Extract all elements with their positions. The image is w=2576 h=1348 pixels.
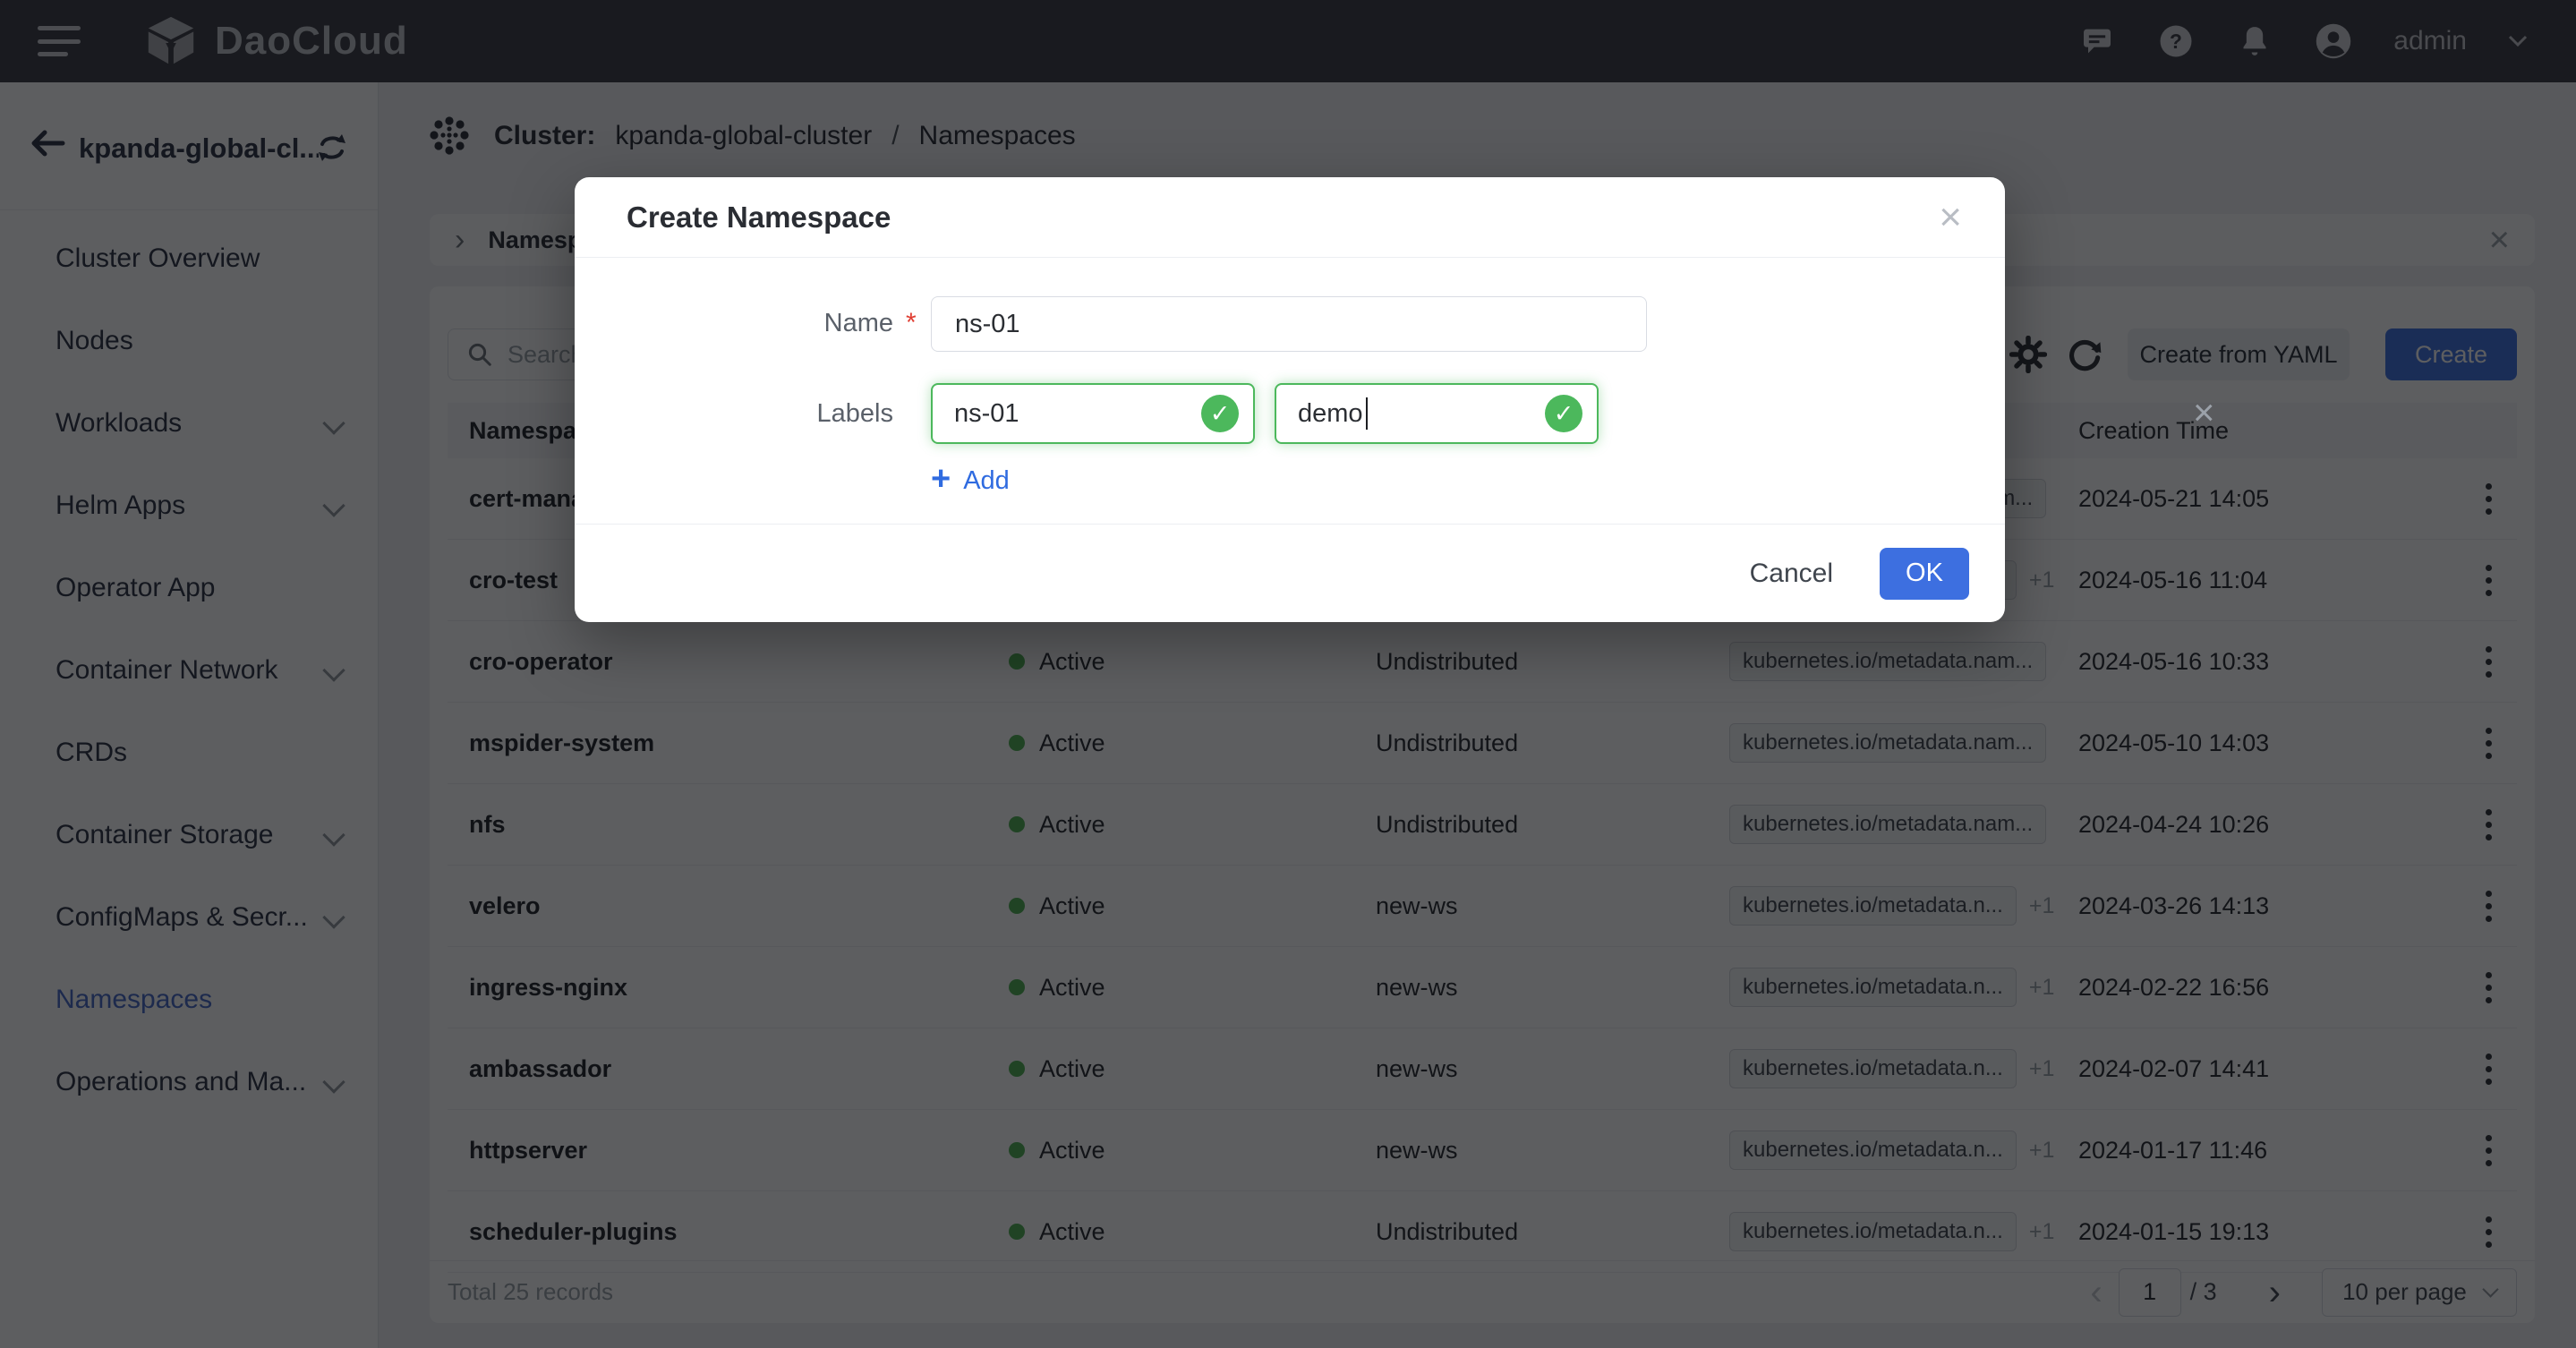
add-label-text: Add [963, 466, 1010, 496]
add-label-button[interactable]: + Add [931, 465, 1010, 496]
valid-check-icon: ✓ [1201, 395, 1239, 432]
close-icon[interactable]: × [1939, 198, 1962, 237]
ok-button[interactable]: OK [1880, 548, 1969, 600]
required-asterisk: * [906, 308, 917, 338]
valid-check-icon: ✓ [1545, 395, 1582, 432]
dialog-body: Name * ns-01 Labels ns-01 ✓ demo ✓ × + A… [575, 258, 2005, 524]
label-key-input[interactable]: ns-01 ✓ [931, 383, 1255, 444]
name-field-label: Name [575, 309, 893, 338]
dialog-title: Create Namespace [627, 200, 891, 235]
dialog-footer: Cancel OK [575, 524, 2005, 622]
cancel-button[interactable]: Cancel [1750, 559, 1833, 589]
labels-field-label: Labels [575, 399, 893, 429]
name-input[interactable]: ns-01 [931, 296, 1647, 352]
remove-label-button[interactable]: × [2193, 394, 2215, 431]
label-key-value: ns-01 [954, 399, 1019, 429]
label-value-input[interactable]: demo ✓ [1275, 383, 1599, 444]
name-input-value: ns-01 [955, 310, 1020, 339]
plus-icon: + [931, 462, 951, 496]
create-namespace-dialog: Create Namespace × Name * ns-01 Labels n… [575, 177, 2005, 622]
app-root: DaoCloud ? admin kpanda-global-cl... [0, 0, 2576, 1348]
label-value-value: demo [1298, 399, 1363, 429]
dialog-header: Create Namespace × [575, 177, 2005, 258]
text-caret [1366, 397, 1368, 430]
